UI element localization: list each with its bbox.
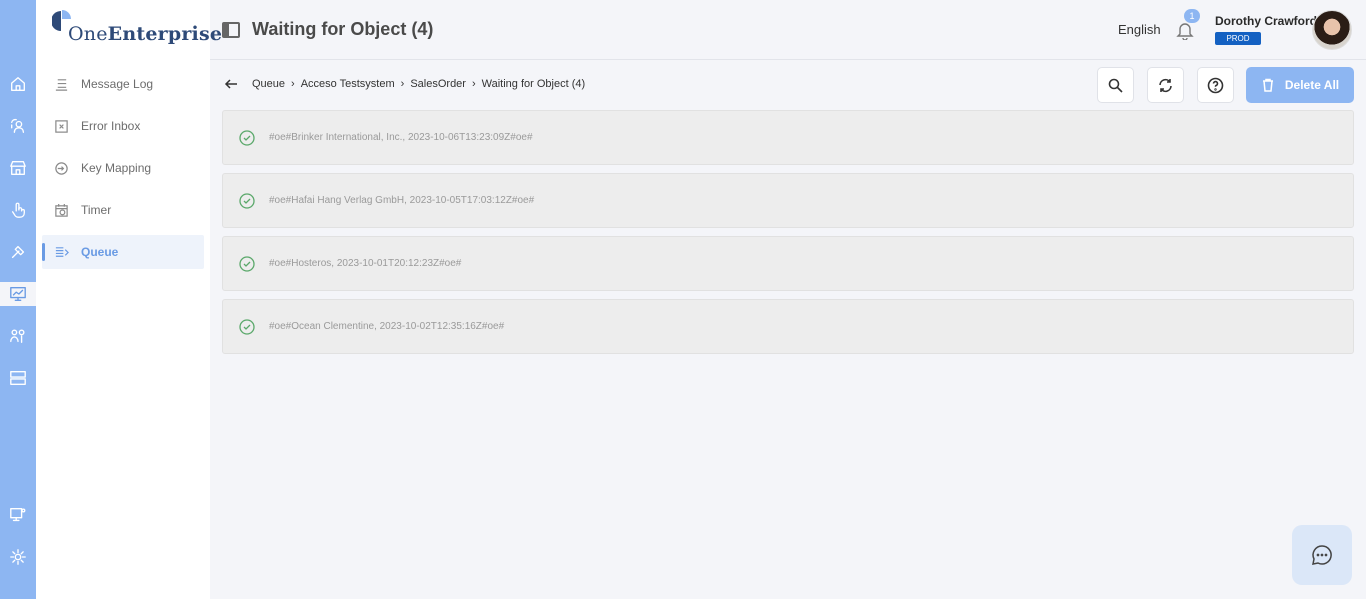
list-item-text: #oe#Hafai Hang Verlag GmbH, 2023-10-05T1… [269, 195, 535, 206]
user-name[interactable]: Dorothy Crawford [1215, 14, 1317, 28]
help-icon [1207, 77, 1224, 93]
refresh-icon [1159, 78, 1172, 92]
search-icon [1108, 78, 1123, 93]
sidebar-item-label: Message Log [81, 77, 154, 91]
server-icon[interactable] [8, 368, 28, 388]
sidebar-item-label: Key Mapping [81, 161, 152, 175]
bell-icon[interactable] [1176, 20, 1194, 41]
language-selector[interactable]: English [1118, 22, 1161, 37]
breadcrumb-item[interactable]: SalesOrder [410, 78, 466, 90]
inbox-error-icon [55, 119, 68, 133]
check-circle-icon [239, 255, 255, 272]
sidebar: OneEnterprise Message Log Error Inbox Ke… [36, 0, 222, 599]
sidebar-item-message-log[interactable]: Message Log [42, 67, 204, 101]
sidebar-item-label: Queue [81, 245, 119, 259]
sidebar-item-key-mapping[interactable]: Key Mapping [42, 151, 204, 185]
list-icon [55, 78, 68, 91]
monitor-chart-icon[interactable] [8, 284, 28, 304]
help-button[interactable] [1197, 67, 1234, 103]
touch-icon[interactable] [8, 200, 28, 220]
search-button[interactable] [1097, 67, 1134, 103]
queue-icon [55, 246, 69, 257]
calendar-clock-icon [55, 203, 68, 217]
list-item-text: #oe#Brinker International, Inc., 2023-10… [269, 132, 533, 143]
icon-rail [0, 0, 36, 599]
breadcrumb-item[interactable]: Queue [252, 78, 285, 90]
list-item[interactable]: #oe#Ocean Clementine, 2023-10-02T12:35:1… [222, 299, 1354, 354]
sidebar-item-error-inbox[interactable]: Error Inbox [42, 109, 204, 143]
gear-icon[interactable] [8, 547, 28, 567]
sidebar-item-queue[interactable]: Queue [42, 235, 204, 269]
trash-icon [1262, 78, 1273, 92]
list-item-text: #oe#Hosteros, 2023-10-01T20:12:23Z#oe# [269, 258, 462, 269]
sidebar-toggle-icon[interactable] [222, 22, 240, 38]
list-item[interactable]: #oe#Hafai Hang Verlag GmbH, 2023-10-05T1… [222, 173, 1354, 228]
avatar[interactable] [1312, 10, 1352, 50]
chevron-right-icon: › [471, 78, 476, 90]
chat-bubble-icon [1312, 545, 1332, 565]
notification-badge: 1 [1184, 9, 1200, 23]
delete-all-label: Delete All [1284, 78, 1340, 92]
store-icon[interactable] [8, 158, 28, 178]
desktop-settings-icon[interactable] [8, 505, 28, 525]
list-item[interactable]: #oe#Brinker International, Inc., 2023-10… [222, 110, 1354, 165]
check-circle-icon [239, 318, 255, 335]
back-arrow-icon[interactable] [224, 77, 238, 91]
list-item-text: #oe#Ocean Clementine, 2023-10-02T12:35:1… [269, 321, 505, 332]
check-circle-icon [239, 192, 255, 209]
delete-all-button[interactable]: Delete All [1246, 67, 1354, 103]
chevron-right-icon: › [291, 78, 295, 90]
sidebar-item-label: Timer [81, 203, 112, 217]
breadcrumb: Queue › Acceso Testsystem › SalesOrder ›… [252, 78, 585, 90]
environment-badge: PROD [1215, 32, 1261, 45]
people-icon[interactable] [8, 326, 28, 346]
page-title: Waiting for Object (4) [252, 19, 434, 39]
home-icon[interactable] [8, 74, 28, 94]
breadcrumb-current: Waiting for Object (4) [481, 78, 586, 90]
check-circle-icon [239, 129, 255, 146]
refresh-button[interactable] [1147, 67, 1184, 103]
list-item[interactable]: #oe#Hosteros, 2023-10-01T20:12:23Z#oe# [222, 236, 1354, 291]
sidebar-item-timer[interactable]: Timer [42, 193, 204, 227]
tools-icon[interactable] [8, 242, 28, 262]
sidebar-item-label: Error Inbox [81, 119, 141, 133]
logo-text: OneEnterprise [68, 23, 223, 45]
key-icon [55, 161, 68, 175]
user-sync-icon[interactable] [8, 116, 28, 136]
chat-button[interactable] [1292, 525, 1352, 585]
breadcrumb-item[interactable]: Acceso Testsystem [301, 78, 395, 90]
top-header: Waiting for Object (4) English 1 Dorothy… [210, 0, 1366, 60]
chevron-right-icon: › [400, 78, 405, 90]
